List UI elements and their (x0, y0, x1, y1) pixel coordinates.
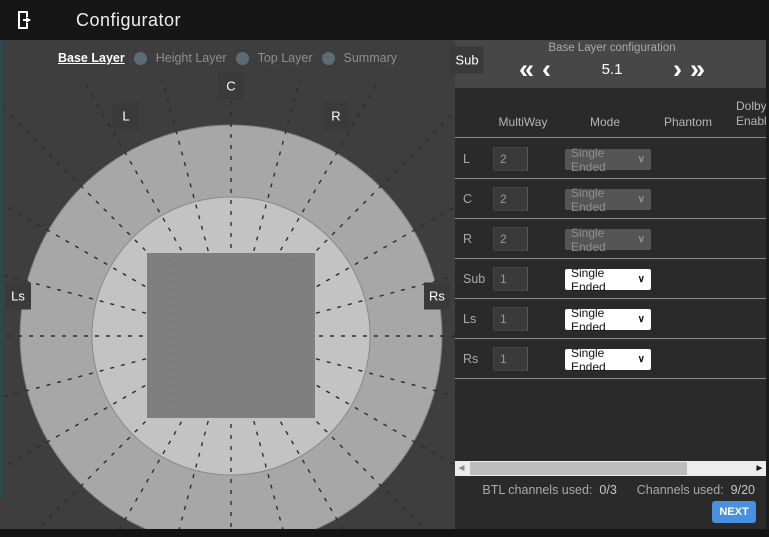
column-header-dolby-enabled: Dolby Enabled (736, 99, 769, 128)
mode-select-value: Single Ended (571, 305, 606, 334)
mode-select[interactable]: Single Ended ∨ (565, 226, 651, 254)
chevron-down-icon: ∨ (637, 314, 645, 325)
top-bar: Configurator (0, 0, 769, 40)
prev-config-button[interactable]: ‹ (542, 54, 551, 84)
config-name: 5.1 (601, 60, 623, 78)
speaker-diagram-pane (0, 40, 455, 537)
speaker-diagram-svg (0, 80, 455, 537)
left-edge-strip (0, 40, 3, 497)
mode-select-value: Single Ended (571, 185, 606, 214)
mode-select[interactable]: Single Ended ∨ (565, 266, 651, 294)
table-row: C Single Ended ∨ (455, 179, 769, 219)
multiway-input[interactable] (493, 347, 528, 371)
chevron-down-icon: ∨ (637, 234, 645, 245)
multiway-input[interactable] (493, 187, 528, 211)
speaker-label-r[interactable]: R (323, 102, 349, 130)
row-label: R (463, 232, 473, 246)
row-label: Ls (463, 312, 477, 326)
btl-channels-label: BTL channels used: (482, 483, 593, 497)
chevron-down-icon: ∨ (637, 354, 645, 365)
column-header-multiway: MultiWay (498, 115, 548, 129)
speaker-label-sub[interactable]: Sub (450, 46, 484, 74)
next-button[interactable]: NEXT (712, 501, 756, 523)
row-label: Rs (463, 352, 479, 366)
last-config-button[interactable]: » (690, 54, 705, 84)
row-label: L (463, 152, 470, 166)
channel-status: BTL channels used: 0/3 Channels used: 9/… (455, 483, 769, 497)
step-dot-icon (321, 51, 335, 65)
mode-select[interactable]: Single Ended ∨ (565, 146, 651, 174)
mode-select[interactable]: Single Ended ∨ (565, 346, 651, 374)
btl-channels-value: 0/3 (599, 483, 617, 497)
speaker-label-ls[interactable]: Ls (5, 282, 31, 310)
chevron-down-icon: ∨ (637, 194, 645, 205)
config-panel: Base Layer configuration « ‹ 5.1 › » Mul… (455, 40, 769, 537)
mode-select-value: Single Ended (571, 145, 606, 174)
multiway-input[interactable] (493, 227, 528, 251)
multiway-input[interactable] (493, 267, 528, 291)
step-dot-icon (133, 51, 147, 65)
column-header-phantom: Phantom (663, 115, 713, 129)
scroll-right-icon[interactable]: ► (753, 461, 766, 476)
step-top-layer[interactable]: Top Layer (258, 51, 313, 65)
mode-select-value: Single Ended (571, 265, 606, 294)
scrollbar-thumb[interactable] (470, 462, 687, 475)
row-label: Sub (463, 272, 486, 286)
speaker-config-rows: L Single Ended ∨ C Single Ended ∨ R Sing… (455, 139, 769, 379)
page-title: Configurator (76, 9, 182, 30)
mode-select[interactable]: Single Ended ∨ (565, 306, 651, 334)
speaker-label-l[interactable]: L (113, 102, 139, 130)
multiway-input[interactable] (493, 147, 528, 171)
mode-select-value: Single Ended (571, 345, 606, 374)
row-label: C (463, 192, 473, 206)
chevron-down-icon: ∨ (637, 154, 645, 165)
channels-used-value: 9/20 (730, 483, 755, 497)
step-height-layer[interactable]: Height Layer (156, 51, 227, 65)
next-config-button[interactable]: › (673, 54, 682, 84)
multiway-input[interactable] (493, 307, 528, 331)
step-dot-icon (235, 51, 249, 65)
horizontal-scrollbar[interactable]: ◄ ► (455, 461, 769, 476)
step-base-layer[interactable]: Base Layer (58, 51, 125, 65)
speaker-label-rs[interactable]: Rs (424, 282, 450, 310)
wizard-stepper: Base Layer Height Layer Top Layer Summar… (0, 48, 455, 68)
exit-door-icon (18, 11, 31, 29)
column-header-mode: Mode (589, 115, 621, 129)
channels-used-label: Channels used: (636, 483, 724, 497)
table-row: Sub Single Ended ∨ (455, 259, 769, 299)
table-row: Rs Single Ended ∨ (455, 339, 769, 379)
first-config-button[interactable]: « (519, 54, 534, 84)
table-row: L Single Ended ∨ (455, 139, 769, 179)
mode-select-value: Single Ended (571, 225, 606, 254)
mode-select[interactable]: Single Ended ∨ (565, 186, 651, 214)
table-row: Ls Single Ended ∨ (455, 299, 769, 339)
panel-header: Base Layer configuration « ‹ 5.1 › » (455, 40, 769, 88)
chevron-down-icon: ∨ (637, 274, 645, 285)
config-nav: « ‹ 5.1 › » (455, 52, 769, 86)
table-header: MultiWay Mode Phantom Dolby Enabled (455, 88, 769, 138)
speaker-label-c[interactable]: C (218, 72, 244, 100)
scroll-left-icon[interactable]: ◄ (455, 461, 468, 476)
table-row: R Single Ended ∨ (455, 219, 769, 259)
step-summary[interactable]: Summary (344, 51, 397, 65)
bottom-edge-strip (0, 529, 769, 537)
